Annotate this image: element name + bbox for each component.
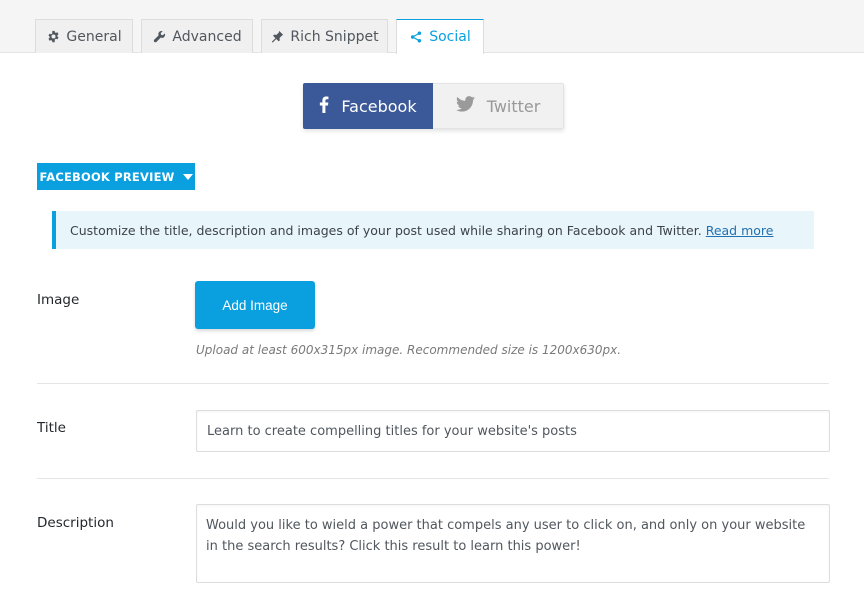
caret-down-icon — [182, 173, 193, 180]
twitter-icon — [455, 96, 475, 116]
gear-icon — [46, 30, 60, 44]
twitter-label: Twitter — [486, 96, 541, 116]
tab-advanced[interactable]: Advanced — [141, 19, 253, 53]
add-image-button[interactable]: Add Image — [195, 281, 315, 329]
image-label: Image — [37, 292, 80, 308]
pin-icon — [270, 30, 284, 44]
description-textarea[interactable]: Would you like to wield a power that com… — [196, 504, 830, 583]
divider — [37, 478, 829, 479]
divider — [37, 383, 829, 384]
tab-social[interactable]: Social — [396, 19, 484, 54]
social-network-switch: Facebook Twitter — [303, 83, 564, 129]
wrench-icon — [152, 30, 166, 44]
preview-toggle-label: FACEBOOK PREVIEW — [39, 169, 175, 184]
image-hint: Upload at least 600x315px image. Recomme… — [196, 343, 622, 357]
read-more-link[interactable]: Read more — [706, 223, 774, 238]
tab-advanced-label: Advanced — [172, 28, 242, 45]
tab-rich-snippet-label: Rich Snippet — [290, 28, 379, 45]
notice-text: Customize the title, description and ima… — [70, 222, 702, 238]
tab-general[interactable]: General — [35, 19, 133, 53]
share-icon — [409, 30, 423, 44]
description-label: Description — [37, 515, 114, 531]
twitter-button[interactable]: Twitter — [433, 83, 564, 129]
title-label: Title — [37, 420, 66, 436]
facebook-label: Facebook — [341, 96, 417, 116]
facebook-preview-toggle[interactable]: FACEBOOK PREVIEW — [37, 163, 195, 190]
facebook-button[interactable]: Facebook — [303, 83, 433, 129]
title-input[interactable] — [196, 410, 830, 452]
facebook-icon — [319, 95, 329, 117]
tab-rich-snippet[interactable]: Rich Snippet — [261, 19, 388, 53]
info-notice: Customize the title, description and ima… — [52, 211, 814, 249]
tab-social-label: Social — [429, 29, 471, 45]
settings-tab-bar: General Advanced Rich Snippet Social — [0, 0, 864, 54]
tab-general-label: General — [66, 28, 122, 45]
